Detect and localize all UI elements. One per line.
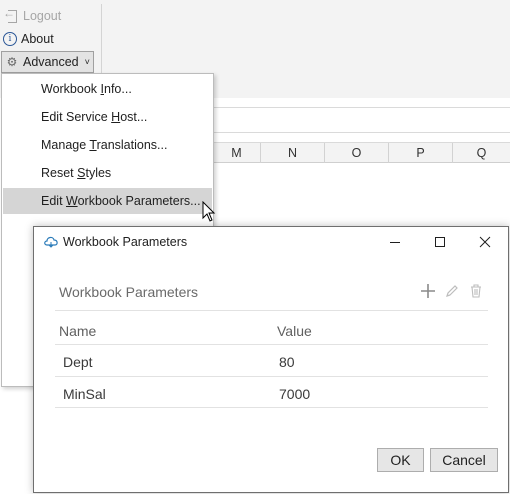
advanced-label: Advanced (23, 55, 79, 69)
logout-button[interactable]: Logout (3, 6, 61, 26)
logout-label: Logout (23, 9, 62, 23)
edit-parameter-button[interactable] (443, 282, 461, 300)
close-icon (479, 236, 491, 248)
ok-button[interactable]: OK (377, 448, 424, 472)
add-parameter-button[interactable] (419, 282, 437, 300)
accelerator-key: W (66, 194, 78, 208)
menu-item-label: orkbook Parameters... (77, 194, 201, 208)
menu-item-label: Edit Service (41, 110, 112, 124)
pencil-icon (446, 285, 458, 297)
minimize-icon (390, 242, 400, 243)
close-button[interactable] (462, 227, 508, 257)
menu-item-manage-translations[interactable]: Manage Translations... (3, 132, 212, 158)
info-icon: i (3, 32, 17, 46)
maximize-button[interactable] (417, 227, 463, 257)
mouse-cursor-icon (202, 201, 216, 222)
minimize-button[interactable] (372, 227, 418, 257)
menu-item-label: ost... (120, 110, 148, 124)
column-header-m[interactable]: M (212, 143, 260, 163)
about-button[interactable]: i About (3, 29, 54, 49)
section-title: Workbook Parameters (59, 284, 199, 300)
delete-parameter-button[interactable] (467, 282, 485, 300)
menu-item-label: Workbook (41, 82, 101, 96)
advanced-dropdown-button[interactable]: ⚙ Advanced ˅ (1, 51, 94, 73)
trash-icon (471, 284, 481, 298)
chevron-down-icon: ˅ (84, 57, 90, 67)
workbook-parameters-dialog: Workbook Parameters Workbook Parameters … (33, 226, 509, 493)
column-header-q[interactable]: Q (452, 143, 510, 163)
column-header-name: Name (59, 323, 97, 339)
divider (55, 310, 488, 311)
menu-item-label: ranslations... (96, 138, 168, 152)
gear-icon: ⚙ (6, 55, 18, 69)
column-header-n[interactable]: N (260, 143, 324, 163)
logout-icon (3, 6, 19, 23)
divider (55, 407, 488, 408)
maximize-icon (435, 237, 445, 247)
menu-item-label: nfo... (104, 82, 132, 96)
menu-item-edit-service-host[interactable]: Edit Service Host... (3, 104, 212, 130)
menu-item-edit-workbook-parameters[interactable]: Edit Workbook Parameters... (3, 188, 212, 214)
menu-item-label: Edit (41, 194, 67, 208)
parameter-value[interactable]: 80 (279, 354, 295, 370)
accelerator-key: T (89, 138, 97, 152)
about-label: About (21, 32, 54, 46)
divider (55, 344, 488, 345)
parameter-name[interactable]: MinSal (63, 386, 106, 402)
plus-icon (421, 284, 435, 298)
menu-item-label: Manage (41, 138, 90, 152)
accelerator-key: H (111, 110, 121, 124)
column-header-value: Value (277, 323, 312, 339)
column-headers: M N O P Q (212, 142, 510, 163)
cancel-button[interactable]: Cancel (430, 448, 498, 472)
menu-item-reset-styles[interactable]: Reset Styles (3, 160, 212, 186)
divider (55, 376, 488, 377)
menu-item-workbook-info[interactable]: Workbook Info... (3, 76, 212, 102)
menu-item-label: Reset (41, 166, 78, 180)
cloud-icon (44, 236, 58, 248)
parameters-toolbar (419, 282, 485, 300)
menu-item-label: tyles (85, 166, 112, 180)
column-header-p[interactable]: P (388, 143, 452, 163)
parameter-value[interactable]: 7000 (279, 386, 310, 402)
dialog-title: Workbook Parameters (63, 235, 188, 249)
parameter-name[interactable]: Dept (63, 354, 93, 370)
formula-bar[interactable] (212, 107, 510, 133)
column-header-o[interactable]: O (324, 143, 388, 163)
